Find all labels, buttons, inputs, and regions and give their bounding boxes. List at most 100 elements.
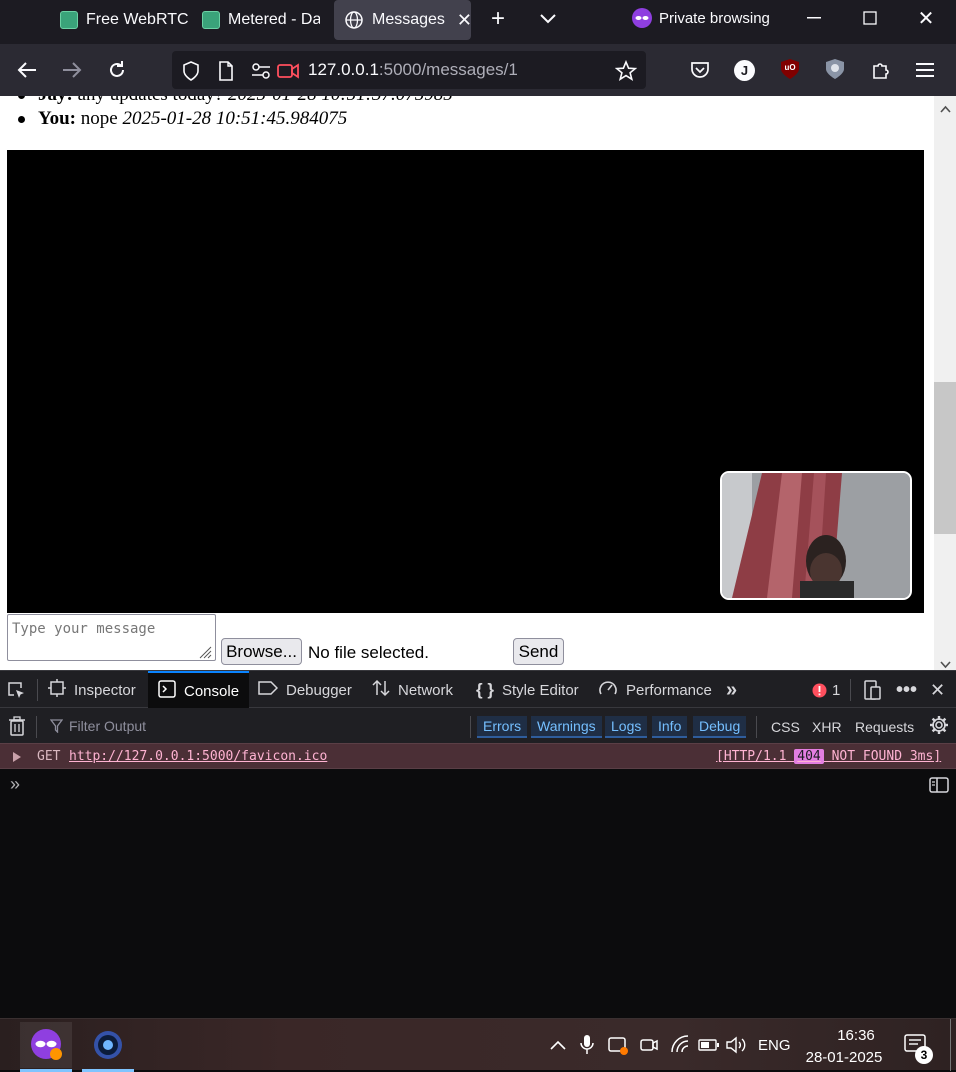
- inspector-icon: [48, 678, 66, 702]
- camera-sharing-icon[interactable]: [276, 60, 300, 82]
- braces-icon: { }: [476, 680, 494, 699]
- permissions-icon[interactable]: [250, 61, 272, 81]
- trash-clear-icon[interactable]: [8, 716, 26, 741]
- status-prefix: [HTTP/1.1: [716, 749, 787, 764]
- editor-mode-toggle-icon[interactable]: [929, 777, 949, 798]
- close-tab-icon[interactable]: ✕: [457, 10, 471, 31]
- tracking-protection-shield-icon[interactable]: [180, 60, 202, 82]
- reload-icon[interactable]: [104, 58, 130, 82]
- request-url-link[interactable]: http://127.0.0.1:5000/favicon.ico: [69, 749, 327, 764]
- metered-favicon-icon: [202, 11, 220, 29]
- error-icon: [812, 683, 827, 698]
- filter-info-toggle[interactable]: Info: [652, 716, 688, 738]
- console-error-message[interactable]: GET http://127.0.0.1:5000/favicon.ico [H…: [0, 743, 956, 769]
- tab-metered-dashboard[interactable]: Metered - Da: [202, 0, 320, 40]
- tab-title: Metered - Da: [228, 11, 320, 28]
- http-status[interactable]: [HTTP/1.1 404 NOT FOUND 3ms]: [716, 749, 941, 764]
- show-hidden-icons-chevron-icon[interactable]: [548, 1035, 568, 1055]
- filter-debug-toggle[interactable]: Debug: [693, 716, 747, 738]
- hamburger-menu-icon[interactable]: [913, 58, 937, 82]
- devtools-tab-label: Style Editor: [501, 681, 579, 699]
- clock-date[interactable]: 28-01-2025: [800, 1047, 888, 1067]
- filter-css-toggle[interactable]: CSS: [771, 716, 800, 738]
- devtools-tab-performance[interactable]: Performance: [598, 671, 712, 709]
- battery-icon[interactable]: [697, 1035, 721, 1055]
- devtools-tab-label: Inspector: [74, 681, 136, 699]
- filter-requests-toggle[interactable]: Requests: [855, 716, 914, 738]
- element-picker-icon[interactable]: [6, 671, 30, 709]
- camera-in-use-icon[interactable]: [639, 1034, 659, 1056]
- bookmark-star-icon[interactable]: [614, 59, 638, 83]
- close-window-icon[interactable]: ✕: [914, 6, 938, 30]
- filter-logs-toggle[interactable]: Logs: [605, 716, 648, 738]
- message-sender: You:: [38, 108, 77, 129]
- send-button[interactable]: Send: [513, 638, 564, 665]
- message-text: nope: [80, 108, 118, 129]
- console-input[interactable]: [36, 770, 916, 794]
- url-host: 127.0.0.1: [308, 60, 379, 79]
- debugger-icon: [258, 680, 279, 701]
- network-arrows-icon: [372, 679, 390, 702]
- taskbar-obs-button[interactable]: [82, 1022, 134, 1072]
- page-info-icon[interactable]: [216, 60, 236, 82]
- screen-capture-icon[interactable]: [606, 1033, 630, 1057]
- console-settings-gear-icon[interactable]: [929, 715, 949, 740]
- more-tools-chevron-icon[interactable]: »: [726, 671, 737, 709]
- extensions-puzzle-icon[interactable]: [869, 58, 893, 82]
- minimize-window-icon[interactable]: [802, 6, 826, 30]
- message-item: You: nope 2025-01-28 10:51:45.984075: [18, 108, 348, 130]
- request-method: GET: [37, 749, 61, 764]
- filter-output-input[interactable]: Filter Output: [69, 718, 146, 734]
- error-count-badge[interactable]: 1: [812, 671, 840, 709]
- url-bar[interactable]: 127.0.0.1:5000/messages/1: [172, 51, 646, 89]
- browse-file-button[interactable]: Browse...: [221, 638, 302, 665]
- tab-free-webrtc[interactable]: Free WebRTC: [60, 0, 188, 40]
- devtools-panel: Inspector Console Debugger Network { } S…: [0, 670, 956, 1018]
- resize-grip-icon[interactable]: [197, 644, 212, 659]
- filter-xhr-toggle[interactable]: XHR: [812, 716, 842, 738]
- devtools-tab-style-editor[interactable]: { } Style Editor: [476, 671, 579, 709]
- devtools-tab-inspector[interactable]: Inspector: [48, 671, 136, 709]
- devtools-menu-dots-icon[interactable]: •••: [896, 671, 917, 709]
- message-sender: Jay:: [38, 96, 73, 105]
- scrollbar-thumb[interactable]: [934, 382, 956, 534]
- scroll-up-icon[interactable]: [940, 100, 951, 118]
- privacy-badger-icon[interactable]: [824, 58, 846, 80]
- obs-app-icon: [94, 1031, 122, 1059]
- url-path: :5000/messages/1: [378, 60, 518, 79]
- forward-arrow-icon[interactable]: [59, 58, 85, 82]
- microphone-icon[interactable]: [578, 1033, 596, 1057]
- filter-warnings-toggle[interactable]: Warnings: [531, 716, 602, 738]
- devtools-tab-network[interactable]: Network: [372, 671, 453, 709]
- message-item: Jay: any updates today? 2025-01-28 10:51…: [18, 96, 453, 106]
- wifi-icon[interactable]: [669, 1033, 691, 1055]
- back-arrow-icon[interactable]: [14, 58, 40, 82]
- new-tab-icon[interactable]: +: [486, 5, 510, 32]
- pocket-icon[interactable]: [688, 58, 712, 82]
- responsive-design-mode-icon[interactable]: [862, 671, 882, 709]
- devtools-tab-debugger[interactable]: Debugger: [258, 671, 352, 709]
- url-text[interactable]: 127.0.0.1:5000/messages/1: [308, 60, 518, 80]
- ublock-label: uO: [784, 63, 796, 72]
- bullet-icon: [18, 96, 25, 99]
- devtools-tab-label: Performance: [626, 681, 712, 699]
- clock-time[interactable]: 16:36: [820, 1025, 892, 1045]
- maximize-window-icon[interactable]: [858, 6, 882, 30]
- close-devtools-icon[interactable]: ✕: [930, 671, 945, 709]
- taskbar-firefox-private-button[interactable]: [20, 1022, 72, 1072]
- webcam-feed-icon: [722, 473, 910, 598]
- profile-avatar[interactable]: J: [734, 60, 755, 81]
- list-all-tabs-chevron-icon[interactable]: [536, 6, 560, 32]
- console-prompt-chevron-icon: »: [10, 774, 21, 794]
- message-timestamp: 2025-01-28 10:51:45.984075: [122, 108, 348, 129]
- devtools-tab-console[interactable]: Console: [148, 671, 250, 709]
- local-video-preview[interactable]: [720, 471, 912, 600]
- firefox-private-app-icon: [31, 1029, 62, 1060]
- language-indicator[interactable]: ENG: [758, 1034, 791, 1056]
- filter-errors-toggle[interactable]: Errors: [477, 716, 528, 738]
- volume-speaker-icon[interactable]: [726, 1034, 748, 1056]
- tab-messages[interactable]: Messages ✕: [334, 0, 471, 40]
- expand-triangle-icon[interactable]: [13, 751, 21, 766]
- message-textarea[interactable]: Type your message: [7, 614, 216, 661]
- page-scrollbar[interactable]: [934, 96, 956, 670]
